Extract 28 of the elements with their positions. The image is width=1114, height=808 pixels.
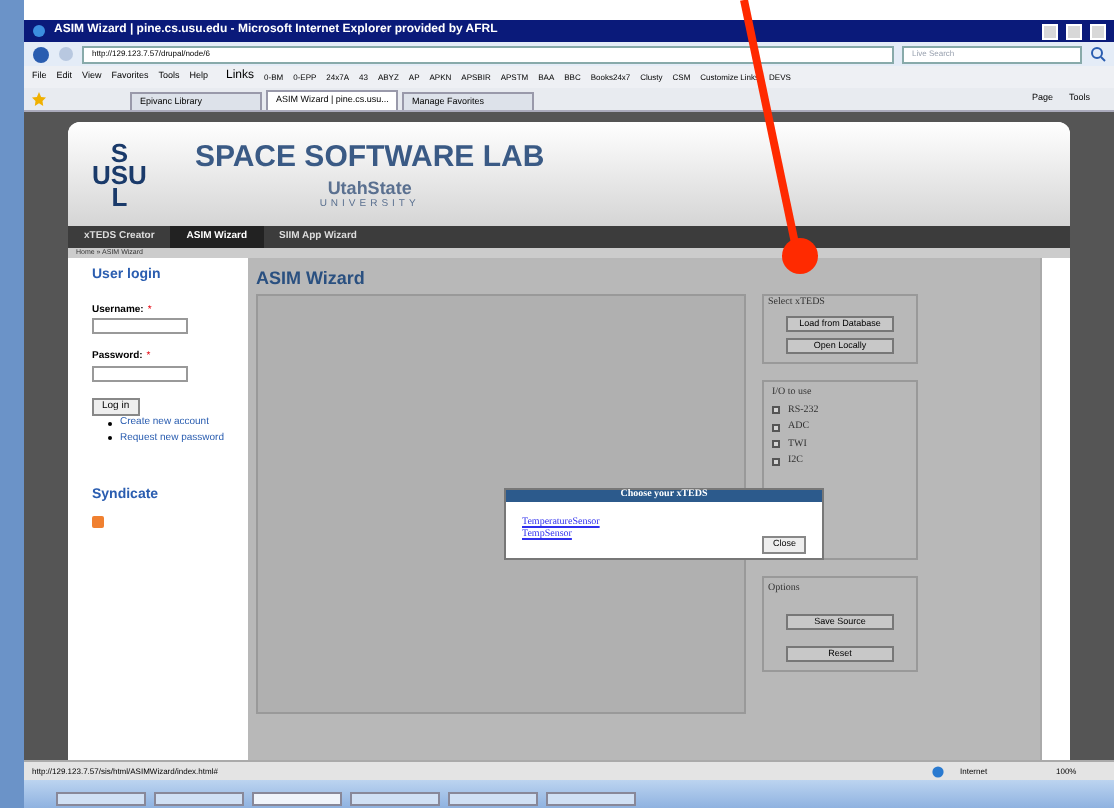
- globe-icon: [932, 765, 944, 777]
- minimize-button[interactable]: [1042, 23, 1058, 39]
- input-field[interactable]: [92, 318, 188, 334]
- university-name: UtahState: [327, 180, 412, 198]
- checkbox[interactable]: [772, 406, 780, 415]
- taskbar-button[interactable]: [350, 792, 440, 806]
- checkbox[interactable]: [772, 423, 780, 432]
- taskbar-button[interactable]: [546, 792, 636, 806]
- page-heading: ASIM Wizard: [256, 266, 367, 292]
- taskbar-button[interactable]: [252, 792, 342, 806]
- rss-feed-icon[interactable]: [92, 515, 104, 527]
- taskbar-button[interactable]: [56, 792, 146, 806]
- search-icon[interactable]: [1090, 46, 1106, 62]
- input-field[interactable]: [92, 365, 188, 381]
- checkbox[interactable]: [772, 457, 780, 466]
- favorites-star-icon[interactable]: [32, 92, 46, 106]
- back-icon[interactable]: [32, 45, 50, 63]
- maximize-button[interactable]: [1066, 23, 1082, 39]
- checkbox[interactable]: [772, 440, 780, 449]
- text-area[interactable]: [256, 293, 746, 713]
- logo-letter: USU: [92, 163, 147, 185]
- taskbar-button[interactable]: [154, 792, 244, 806]
- taskbar-button[interactable]: [448, 792, 538, 806]
- browser-icon: [32, 24, 46, 38]
- logo-letter: S: [110, 141, 129, 163]
- close-button[interactable]: [1090, 23, 1106, 39]
- logo-letter: L: [111, 185, 128, 207]
- site-title: SPACE SOFTWARE LAB: [194, 137, 545, 177]
